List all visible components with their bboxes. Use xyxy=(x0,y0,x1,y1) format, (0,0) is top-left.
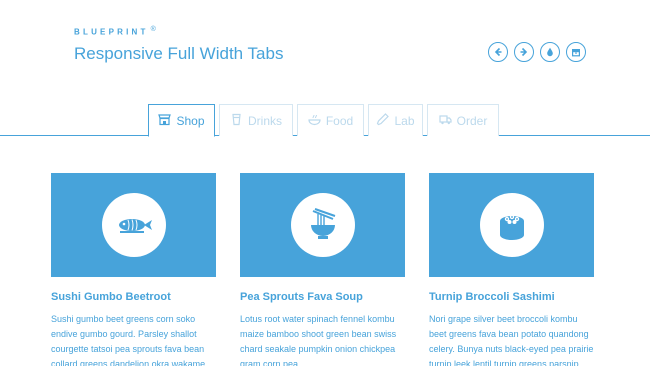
arrow-right-icon[interactable] xyxy=(514,42,534,62)
tab-label: Lab xyxy=(394,113,415,128)
food-icon xyxy=(308,113,321,129)
fish-icon xyxy=(101,193,166,257)
archive-icon[interactable] xyxy=(566,42,586,62)
brand-logo: BLUEPRINT ® xyxy=(74,26,156,37)
card-description: Lotus root water spinach fennel kombu ma… xyxy=(240,314,397,366)
tab-lab[interactable]: Lab xyxy=(368,104,423,136)
tab-drinks[interactable]: Drinks xyxy=(219,104,293,136)
product-card: Turnip Broccoli Sashimi Nori grape silve… xyxy=(429,173,594,366)
noodle-bowl-icon xyxy=(290,193,355,257)
card-image[interactable] xyxy=(51,173,216,277)
lab-icon xyxy=(376,112,390,129)
arrow-left-icon[interactable] xyxy=(488,42,508,62)
page-title: Responsive Full Width Tabs xyxy=(74,44,284,63)
card-description: Sushi gumbo beet greens corn soko endive… xyxy=(51,314,206,366)
cup-icon xyxy=(230,113,243,129)
tab-order[interactable]: Order xyxy=(427,104,499,136)
card-image[interactable] xyxy=(429,173,594,277)
sushi-icon xyxy=(479,193,544,257)
card-description: Nori grape silver beet broccoli kombu be… xyxy=(429,314,594,366)
tab-label: Drinks xyxy=(247,113,282,128)
tab-food[interactable]: Food xyxy=(297,104,364,136)
shop-icon xyxy=(158,113,172,129)
product-card: Sushi Gumbo Beetroot Sushi gumbo beet gr… xyxy=(51,173,216,366)
tab-bar: Shop Drinks Food Lab Order xyxy=(148,104,499,137)
drop-icon[interactable] xyxy=(540,42,560,62)
tab-label: Shop xyxy=(176,113,205,128)
product-card: Pea Sprouts Fava Soup Lotus root water s… xyxy=(240,173,405,366)
truck-icon xyxy=(439,113,452,129)
card-title[interactable]: Turnip Broccoli Sashimi xyxy=(429,291,594,303)
header-nav xyxy=(488,42,586,62)
tab-label: Food xyxy=(325,113,354,128)
card-title[interactable]: Pea Sprouts Fava Soup xyxy=(240,291,405,303)
card-title[interactable]: Sushi Gumbo Beetroot xyxy=(51,291,216,303)
tab-shop[interactable]: Shop xyxy=(148,104,215,137)
card-image[interactable] xyxy=(240,173,405,277)
brand-name: BLUEPRINT xyxy=(74,27,149,37)
tab-label: Order xyxy=(456,113,488,128)
tab-content-shop: Sushi Gumbo Beetroot Sushi gumbo beet gr… xyxy=(51,173,594,366)
registered-mark: ® xyxy=(150,26,156,33)
